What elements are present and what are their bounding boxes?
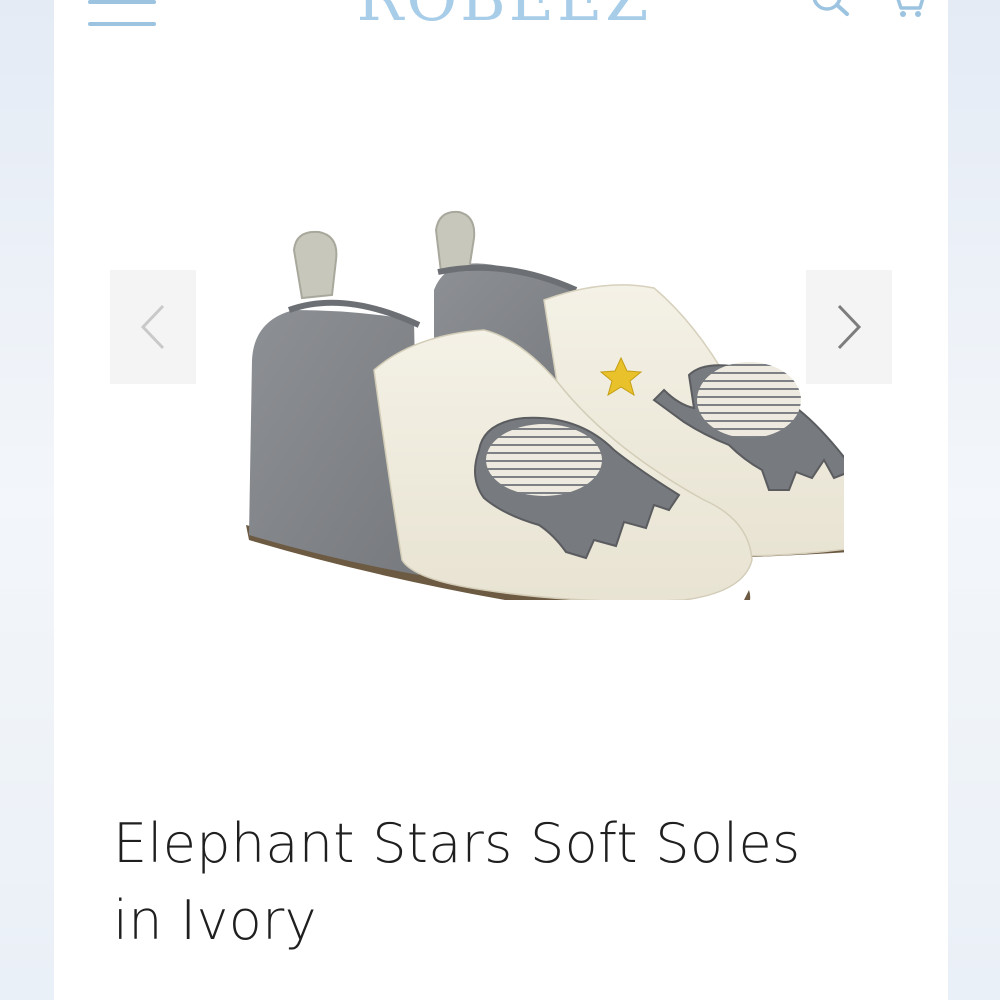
chevron-left-icon (140, 304, 165, 350)
carousel-prev-button[interactable] (110, 270, 196, 384)
product-title-line-1: Elephant Stars Soft Soles (113, 812, 801, 875)
product-page: ROBEEZ (54, 0, 948, 1000)
product-title: Elephant Stars Soft Soles in Ivory (113, 806, 913, 959)
carousel-next-button[interactable] (806, 270, 892, 384)
product-photo (184, 160, 892, 619)
background-right-edge (948, 0, 1000, 1000)
brand-logo[interactable]: ROBEEZ (314, 0, 694, 30)
chevron-right-icon (837, 304, 862, 350)
product-title-line-2: in Ivory (113, 888, 317, 952)
background-left-edge (0, 0, 54, 1000)
cart-icon[interactable] (890, 0, 930, 20)
search-icon[interactable] (809, 0, 853, 20)
product-image-carousel[interactable] (54, 100, 948, 660)
hamburger-menu-icon[interactable] (88, 0, 158, 34)
